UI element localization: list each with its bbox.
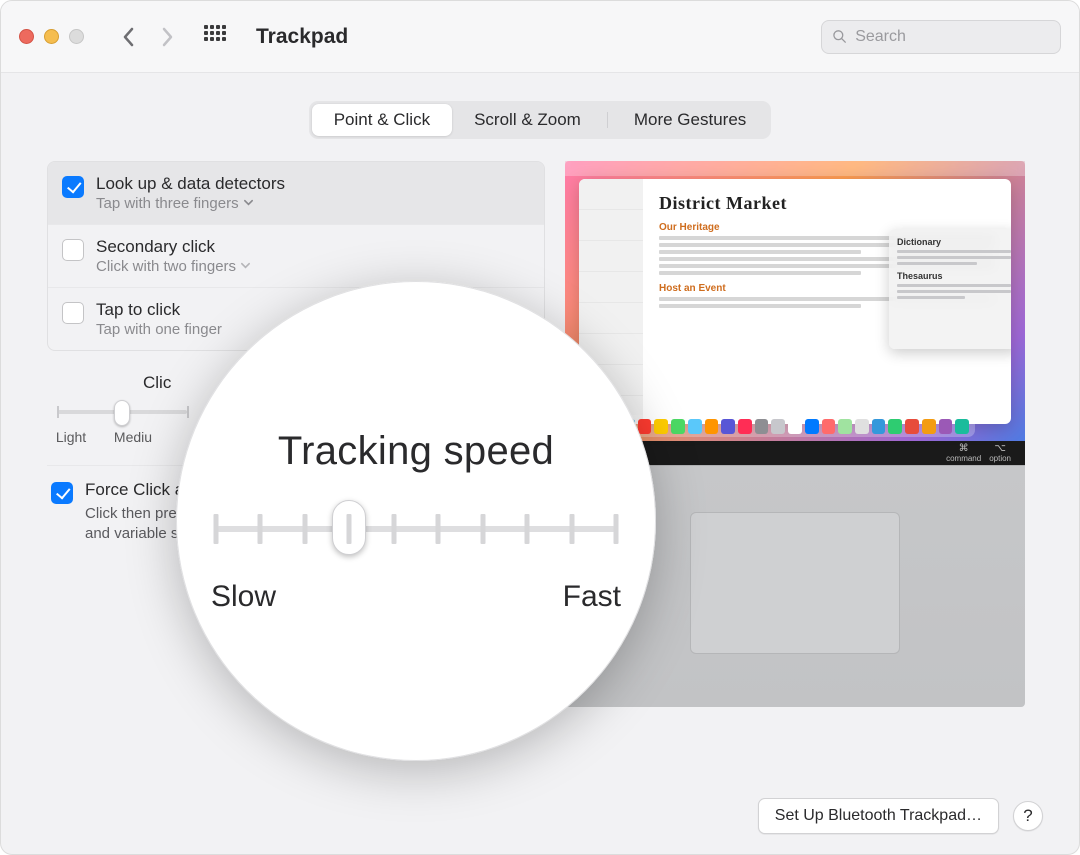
preview-doc-title: District Market (659, 193, 995, 214)
bottom-bar: Set Up Bluetooth Trackpad… ? (758, 798, 1043, 834)
back-button[interactable] (114, 23, 142, 51)
tap-checkbox[interactable] (62, 302, 84, 324)
secondary-title: Secondary click (96, 237, 251, 257)
force-click-checkbox[interactable] (51, 482, 73, 504)
lookup-subtitle[interactable]: Tap with three fingers (96, 195, 285, 212)
show-all-icon[interactable] (204, 25, 228, 49)
forward-button[interactable] (154, 23, 182, 51)
maximize-icon (69, 29, 84, 44)
tracking-label-fast: Fast (563, 580, 621, 614)
search-input[interactable] (855, 28, 1050, 46)
preview-app-window: District Market Our Heritage Host an Eve… (579, 179, 1011, 424)
tab-more-gestures[interactable]: More Gestures (612, 104, 768, 136)
lookup-title: Look up & data detectors (96, 174, 285, 194)
click-label-light: Light (47, 429, 95, 445)
window-title: Trackpad (256, 25, 348, 49)
click-slider-thumb[interactable] (114, 400, 130, 426)
preferences-window: Trackpad Point & Click Scroll & Zoom Mor… (0, 0, 1080, 855)
titlebar: Trackpad (1, 1, 1079, 73)
option-lookup[interactable]: Look up & data detectors Tap with three … (48, 162, 544, 225)
search-field[interactable] (821, 20, 1061, 54)
preview-lookup-popup: Dictionary Thesaurus (889, 229, 1011, 349)
tap-subtitle: Tap with one finger (96, 321, 222, 338)
secondary-subtitle[interactable]: Click with two fingers (96, 258, 251, 275)
secondary-checkbox[interactable] (62, 239, 84, 261)
setup-bluetooth-button[interactable]: Set Up Bluetooth Trackpad… (758, 798, 999, 834)
search-icon (832, 28, 847, 45)
tracking-speed-title: Tracking speed (278, 429, 554, 474)
minimize-icon[interactable] (44, 29, 59, 44)
tabs-bar: Point & Click Scroll & Zoom More Gesture… (1, 101, 1079, 139)
chevron-down-icon (243, 195, 254, 212)
preview-dock (615, 415, 975, 437)
tab-scroll-and-zoom[interactable]: Scroll & Zoom (452, 104, 603, 136)
tracking-speed-slider[interactable] (216, 504, 616, 574)
zoom-callout: Tracking speed Slow Fast (176, 281, 656, 761)
chevron-down-icon (240, 258, 251, 275)
lookup-checkbox[interactable] (62, 176, 84, 198)
preview-trackpad (690, 512, 900, 654)
option-secondary-click[interactable]: Secondary click Click with two fingers (48, 225, 544, 288)
tracking-label-slow: Slow (211, 580, 276, 614)
close-icon[interactable] (19, 29, 34, 44)
tab-point-and-click[interactable]: Point & Click (312, 104, 452, 136)
traffic-lights (19, 29, 84, 44)
click-label-medium: Mediu (103, 429, 163, 445)
click-slider[interactable] (57, 403, 187, 423)
help-button[interactable]: ? (1013, 801, 1043, 831)
tap-title: Tap to click (96, 300, 222, 320)
